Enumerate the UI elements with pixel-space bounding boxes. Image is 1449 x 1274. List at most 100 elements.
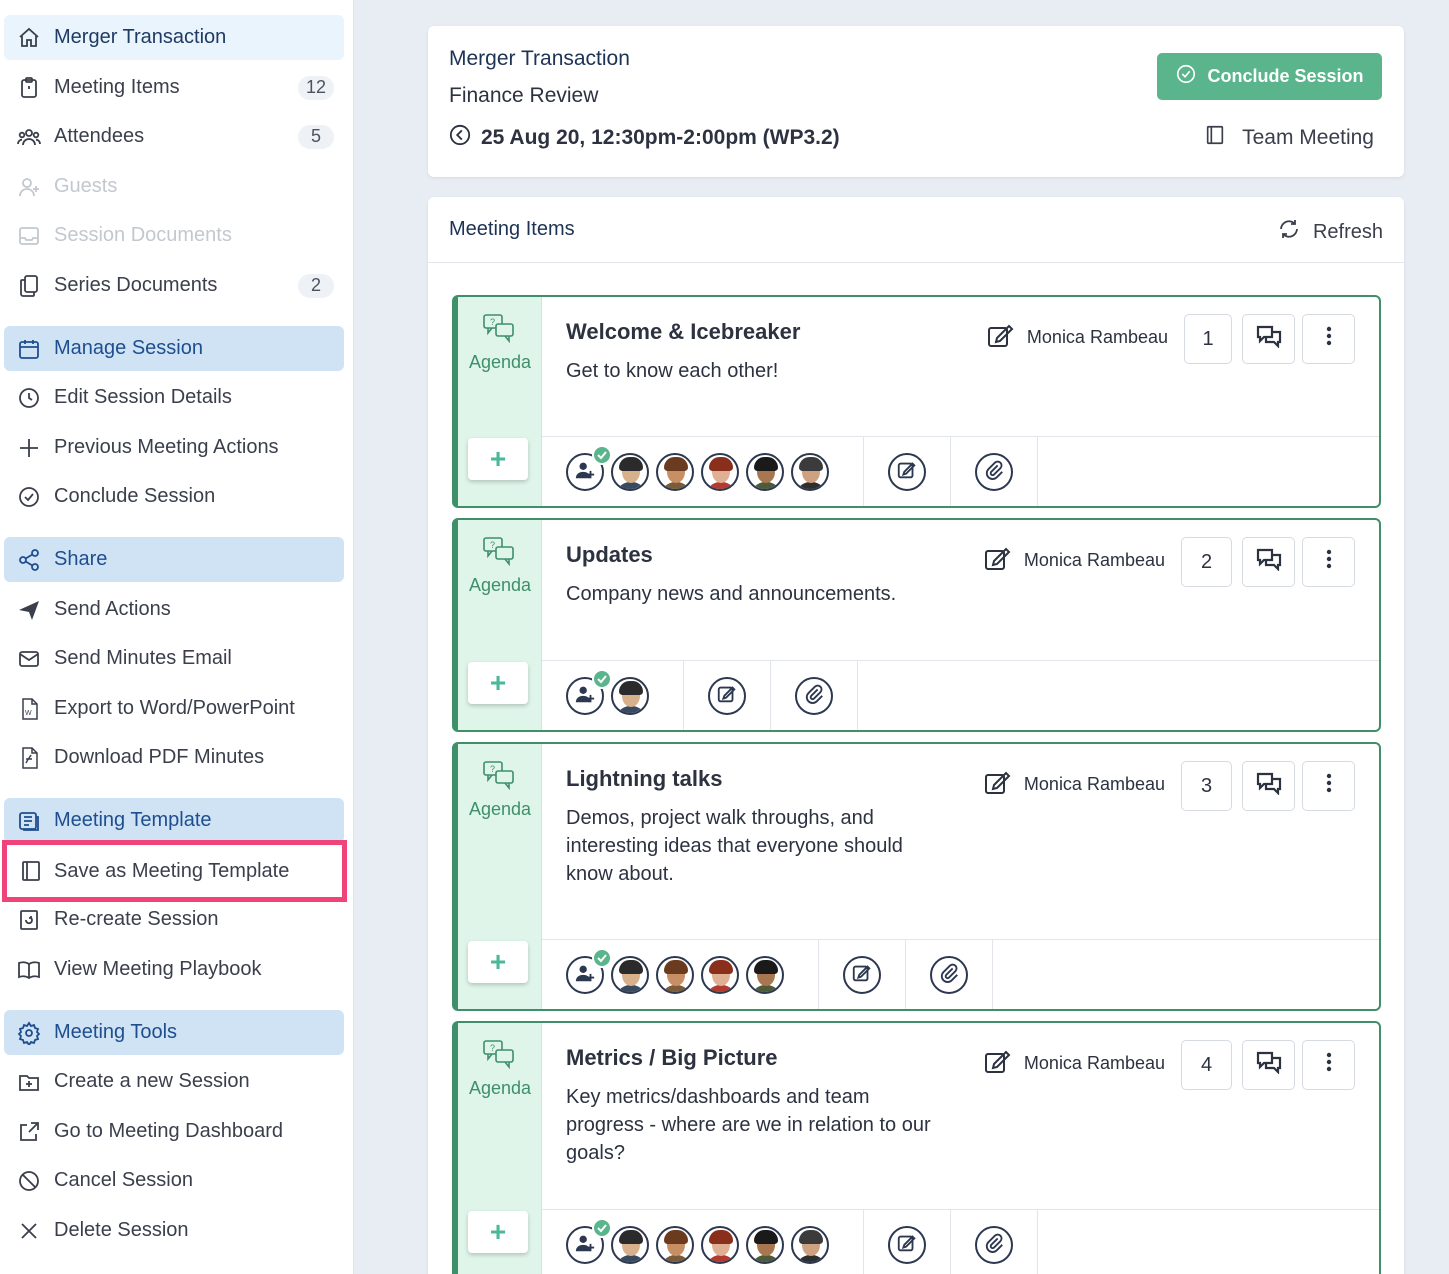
sidebar-item-attendees[interactable]: Attendees 5 [4,114,344,159]
sidebar-item-create-new-session[interactable]: Create a new Session [4,1059,344,1104]
sidebar-item-cancel-session[interactable]: Cancel Session [4,1158,344,1203]
add-attendee-button[interactable] [566,1218,612,1264]
item-number-button[interactable]: 2 [1181,537,1232,587]
agenda-type-panel: ? Agenda + [458,1023,542,1274]
notes-cell [819,940,906,1009]
item-number-button[interactable]: 3 [1181,761,1232,811]
question-chat-icon: ? [482,1039,516,1070]
add-note-button[interactable] [888,453,926,491]
agenda-item[interactable]: ? Agenda + Welcome & Icebreaker Get to k… [452,295,1381,508]
agenda-item-owner[interactable]: Monica Rambeau [984,545,1165,576]
attach-button[interactable] [930,956,968,994]
external-link-icon [4,1120,54,1144]
sidebar-section-meeting-template[interactable]: Meeting Template [4,798,344,843]
agenda-item-description: Key metrics/dashboards and team progress… [566,1086,931,1164]
sidebar-item-previous-meeting-actions[interactable]: Previous Meeting Actions [4,425,344,470]
note-edit-icon [851,962,873,989]
add-attendee-button[interactable] [566,948,612,994]
attendees-cell [542,940,819,1009]
item-number-button[interactable]: 1 [1184,314,1232,364]
chat-icon [1256,1050,1282,1080]
avatar[interactable] [791,453,829,491]
agenda-item[interactable]: ? Agenda + Lightning talks Demos, projec… [452,742,1381,1011]
add-button[interactable]: + [468,1211,528,1253]
notes-cell [864,1210,951,1274]
attach-button[interactable] [975,453,1013,491]
count-badge: 2 [298,273,334,298]
book-icon [1204,124,1226,152]
avatar[interactable] [701,1226,739,1264]
sidebar-item-series-documents[interactable]: Series Documents 2 [4,263,344,308]
sidebar-item-download-pdf[interactable]: Download PDF Minutes [4,735,344,780]
sidebar-label: Manage Session [54,337,203,359]
avatar[interactable] [701,956,739,994]
avatar[interactable] [656,453,694,491]
refresh-button[interactable]: Refresh [1277,217,1383,247]
attach-button[interactable] [795,677,833,715]
sidebar-item-home[interactable]: Merger Transaction [4,15,344,60]
avatar[interactable] [746,956,784,994]
avatar[interactable] [611,677,649,715]
avatar[interactable] [791,1226,829,1264]
avatar[interactable] [611,1226,649,1264]
book-icon [7,859,54,883]
sidebar-item-conclude-session[interactable]: Conclude Session [4,474,344,519]
item-number-button[interactable]: 4 [1181,1040,1232,1090]
add-note-button[interactable] [708,677,746,715]
sidebar-item-delete-session[interactable]: Delete Session [4,1208,344,1253]
agenda-item[interactable]: ? Agenda + Metrics / Big Picture Key met… [452,1021,1381,1274]
send-icon [4,598,54,622]
discussion-button[interactable] [1242,537,1295,587]
agenda-item-owner[interactable]: Monica Rambeau [984,769,1165,800]
sidebar-section-manage-session[interactable]: Manage Session [4,326,344,371]
sidebar-label: Share [54,548,108,570]
sidebar-item-go-to-dashboard[interactable]: Go to Meeting Dashboard [4,1109,344,1154]
discussion-button[interactable] [1242,314,1295,364]
sidebar-label: Download PDF Minutes [54,746,265,768]
back-circle-icon[interactable] [449,124,471,152]
more-options-button[interactable] [1302,537,1355,587]
agenda-item[interactable]: ? Agenda + Updates Company news and anno… [452,518,1381,732]
more-options-button[interactable] [1302,761,1355,811]
add-note-button[interactable] [843,956,881,994]
conclude-session-button[interactable]: Conclude Session [1157,53,1382,100]
sidebar-section-meeting-tools[interactable]: Meeting Tools [4,1010,344,1055]
attachments-cell [906,940,993,1009]
add-button[interactable]: + [468,662,528,704]
sidebar-item-meeting-items[interactable]: Meeting Items 12 [4,65,344,110]
add-button[interactable]: + [468,438,528,480]
add-attendee-button[interactable] [566,445,612,491]
avatar[interactable] [746,453,784,491]
avatar[interactable] [746,1226,784,1264]
add-note-button[interactable] [888,1226,926,1264]
sidebar-item-export-word[interactable]: W Export to Word/PowerPoint [4,686,344,731]
agenda-item-owner[interactable]: Monica Rambeau [984,1048,1165,1079]
sidebar-item-send-actions[interactable]: Send Actions [4,587,344,632]
sidebar-item-recreate-session[interactable]: Re-create Session [4,897,344,942]
more-vertical-icon [1316,1050,1342,1080]
avatar[interactable] [656,1226,694,1264]
agenda-item-title: Updates [566,542,653,567]
sidebar-label: Meeting Items [54,76,180,98]
sidebar-item-save-as-template[interactable]: Save as Meeting Template [2,840,347,902]
paperclip-icon [803,683,825,710]
avatar[interactable] [701,453,739,491]
attendees-cell [542,1210,864,1274]
sidebar-item-view-playbook[interactable]: View Meeting Playbook [4,947,344,992]
discussion-button[interactable] [1242,761,1295,811]
more-options-button[interactable] [1302,1040,1355,1090]
more-options-button[interactable] [1302,314,1355,364]
add-attendee-button[interactable] [566,669,612,715]
avatar[interactable] [611,956,649,994]
attach-button[interactable] [975,1226,1013,1264]
add-user-icon [574,683,596,710]
sidebar-item-edit-session-details[interactable]: Edit Session Details [4,375,344,420]
sidebar-label: Previous Meeting Actions [54,436,279,458]
add-button[interactable]: + [468,941,528,983]
avatar[interactable] [611,453,649,491]
sidebar-item-send-minutes-email[interactable]: Send Minutes Email [4,636,344,681]
sidebar-section-share[interactable]: Share [4,537,344,582]
discussion-button[interactable] [1242,1040,1295,1090]
agenda-item-owner[interactable]: Monica Rambeau [987,322,1168,353]
avatar[interactable] [656,956,694,994]
